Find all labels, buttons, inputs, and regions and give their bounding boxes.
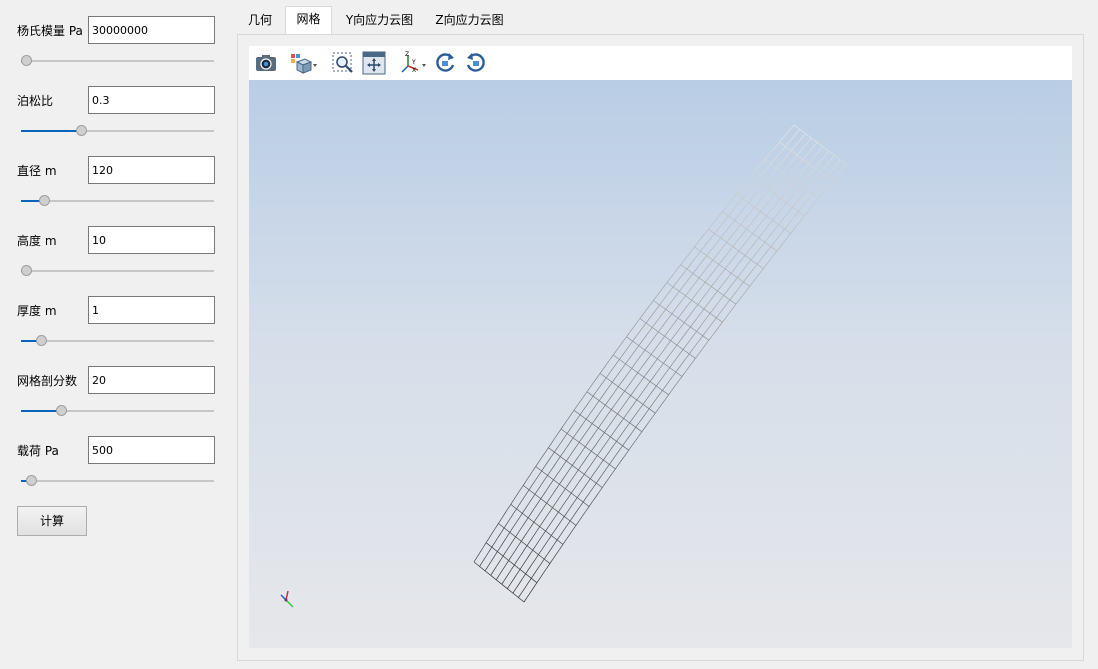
load-label: 载荷 Pa: [17, 444, 59, 458]
rotate-cw-icon[interactable]: [432, 50, 458, 76]
rotate-ccw-icon[interactable]: [463, 50, 489, 76]
fit-all-icon[interactable]: [361, 50, 387, 76]
tab-mesh[interactable]: 网格: [285, 6, 332, 35]
svg-text:X: X: [412, 67, 416, 74]
mesh-divisions-slider[interactable]: [17, 404, 214, 418]
calculate-button[interactable]: 计算: [17, 506, 87, 536]
thickness-input[interactable]: [88, 296, 215, 324]
tab-z-stress[interactable]: Z向应力云图: [427, 8, 512, 34]
axis-triad-indicator: [280, 590, 294, 608]
view-toolbar: ZYX: [249, 46, 1072, 80]
height-slider[interactable]: [17, 264, 214, 278]
svg-text:Y: Y: [411, 59, 416, 66]
poisson-ratio-input[interactable]: [88, 86, 215, 114]
diameter-slider[interactable]: [17, 194, 214, 208]
diameter-label: 直径 m: [17, 164, 57, 178]
load-input[interactable]: [88, 436, 215, 464]
height-input[interactable]: [88, 226, 215, 254]
zoom-window-icon[interactable]: [330, 50, 356, 76]
mesh-viewport[interactable]: [249, 80, 1072, 648]
tab-geometry[interactable]: 几何: [240, 8, 280, 34]
youngs-modulus-input[interactable]: [88, 16, 215, 44]
load-slider[interactable]: [17, 474, 214, 488]
view-cube-icon[interactable]: [289, 50, 319, 76]
youngs-modulus-slider[interactable]: [17, 54, 214, 68]
tab-y-stress[interactable]: Y向应力云图: [337, 8, 422, 34]
poisson-ratio-slider[interactable]: [17, 124, 214, 138]
thickness-label: 厚度 m: [17, 304, 57, 318]
mesh-divisions-input[interactable]: [88, 366, 215, 394]
mesh-wireframe: [280, 124, 847, 608]
svg-text:Z: Z: [405, 51, 409, 58]
youngs-modulus-label: 杨氏模量 Pa: [17, 24, 83, 38]
diameter-input[interactable]: [88, 156, 215, 184]
height-label: 高度 m: [17, 234, 57, 248]
poisson-ratio-label: 泊松比: [17, 94, 54, 108]
axes-triad-icon[interactable]: ZYX: [399, 50, 429, 76]
camera-icon[interactable]: [253, 50, 279, 76]
thickness-slider[interactable]: [17, 334, 214, 348]
mesh-divisions-label: 网格剖分数: [17, 374, 78, 388]
